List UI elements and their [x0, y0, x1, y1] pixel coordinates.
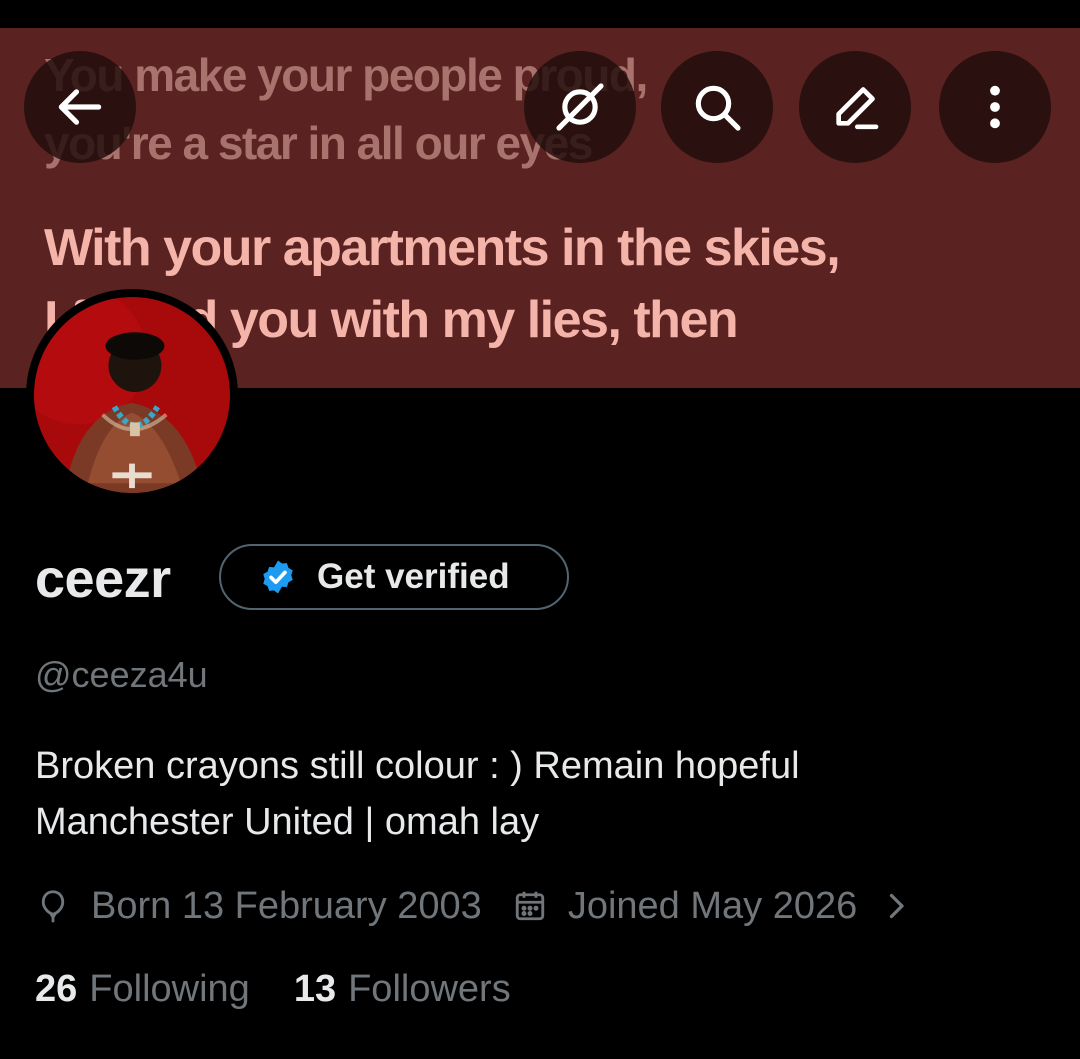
search-icon	[695, 85, 741, 131]
more-button[interactable]	[939, 51, 1051, 163]
bio-line: Manchester United | omah lay	[35, 801, 540, 843]
grok-icon	[556, 83, 604, 131]
followers-count: 13	[293, 968, 337, 1010]
username-handle: @ceeza4u	[35, 654, 208, 695]
balloon-icon	[41, 890, 65, 923]
avatar[interactable]	[26, 289, 238, 501]
verified-badge-icon	[263, 560, 293, 594]
more-vertical-icon	[990, 85, 1000, 129]
following-count: 26	[35, 968, 78, 1010]
joined-item: Joined May 2026	[512, 885, 857, 928]
banner-lyric-line: With your apartments in the skies,	[44, 219, 841, 277]
following-link[interactable]: 26 Following	[35, 968, 250, 1011]
chevron-right-icon[interactable]	[881, 888, 911, 924]
display-name: ceezr	[35, 549, 171, 609]
calendar-icon	[515, 891, 544, 921]
arrow-left-icon	[58, 89, 102, 125]
following-label: Following	[89, 968, 250, 1010]
avatar-photo	[34, 297, 230, 493]
search-button[interactable]	[661, 51, 773, 163]
follow-stats: 26 Following 13 Followers	[35, 968, 511, 1011]
edit-button[interactable]	[799, 51, 911, 163]
profile-bio: Broken crayons still colour : ) Remain h…	[35, 738, 800, 850]
grok-button[interactable]	[524, 51, 636, 163]
birthday-text: Born 13 February 2003	[91, 884, 482, 927]
profile-meta[interactable]: Born 13 February 2003 Joined May 2026	[35, 878, 911, 934]
back-button[interactable]	[24, 51, 136, 163]
bio-line: Broken crayons still colour : ) Remain h…	[35, 745, 800, 787]
birthday-item: Born 13 February 2003	[35, 885, 482, 928]
pencil-icon	[836, 87, 879, 130]
followers-link[interactable]: 13 Followers	[294, 968, 511, 1011]
get-verified-button[interactable]: Get verified	[219, 544, 569, 610]
joined-text: Joined May 2026	[567, 884, 858, 927]
status-bar	[0, 0, 1080, 28]
followers-label: Followers	[348, 968, 511, 1010]
get-verified-label: Get verified	[317, 557, 510, 596]
